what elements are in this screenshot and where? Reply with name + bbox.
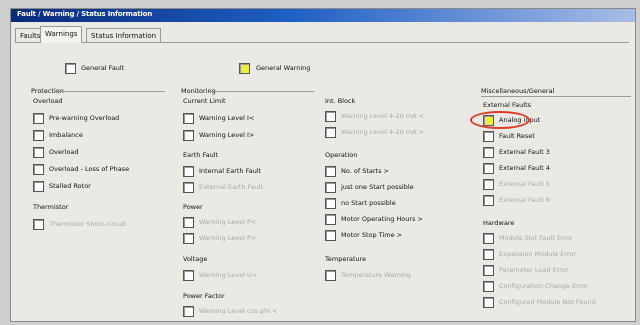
misc-title: Miscellaneous/General [481, 87, 555, 95]
imbalance-checkbox[interactable] [33, 130, 44, 141]
hardware-item-5-label: Configured Module Not Found [499, 298, 596, 306]
hardware-item-1-label: Module Slot Fault Error [499, 234, 573, 242]
hardware-item-3-label: Parameter Load Error [499, 266, 569, 274]
title-bar: Fault / Warning / Status Information [11, 9, 635, 22]
external-fault-4-checkbox[interactable] [483, 163, 494, 174]
warning-level-i-high-checkbox[interactable] [183, 130, 194, 141]
external-fault-6-checkbox[interactable] [483, 195, 494, 206]
operation-title: Operation [325, 151, 358, 159]
external-fault-3-checkbox[interactable] [483, 147, 494, 158]
warning-level-i-high-label: Warning Level I> [199, 131, 255, 139]
warning-level-u-low-label: Warning Level U< [199, 271, 258, 279]
general-warning-checkbox[interactable] [239, 63, 250, 74]
tab-warnings[interactable]: Warnings [40, 26, 83, 43]
motor-stop-time-label: Motor Stop Time > [341, 231, 403, 239]
earth-fault-label: Earth Fault [183, 151, 219, 159]
temperature-warning-label: Temperature Warning [341, 271, 411, 279]
external-fault-4-label: External Fault 4 [499, 164, 550, 172]
overload-loss-of-phase-label: Overload - Loss of Phase [49, 165, 130, 173]
hardware-label: Hardware [483, 219, 515, 227]
hardware-item-1-checkbox[interactable] [483, 233, 494, 244]
fault-reset-checkbox[interactable] [483, 131, 494, 142]
warning-level-ma-low-label: Warning Level 4-20 mA < [341, 112, 425, 120]
external-fault-5-checkbox[interactable] [483, 179, 494, 190]
stalled-rotor-label: Stalled Rotor [49, 182, 91, 190]
hardware-item-5-checkbox[interactable] [483, 297, 494, 308]
hardware-item-4-label: Configuration Change Error [499, 282, 588, 290]
warning-level-p-low-checkbox[interactable] [183, 217, 194, 228]
warning-level-ma-high-label: Warning Level 4-20 mA > [341, 128, 425, 136]
no-of-starts-checkbox[interactable] [325, 166, 336, 177]
pre-warning-overload-checkbox[interactable] [33, 113, 44, 124]
power-factor-label: Power Factor [183, 292, 225, 300]
warning-level-cos-phi-label: Warning Level cos phi < [199, 307, 278, 315]
thermistor-label: Thermistor [33, 203, 69, 211]
tab-status-information[interactable]: Status Information [86, 28, 162, 42]
overload-label: Overload [33, 97, 63, 105]
temperature-warning-checkbox[interactable] [325, 270, 336, 281]
int-block-title: Int. Block [325, 97, 356, 105]
one-start-possible-label: just one Start possible [341, 183, 414, 191]
warning-level-ma-high-checkbox[interactable] [325, 127, 336, 138]
main-window: Fault / Warning / Status Information Fau… [10, 8, 636, 322]
external-earth-fault-checkbox[interactable] [183, 182, 194, 193]
motor-stop-time-checkbox[interactable] [325, 230, 336, 241]
current-limit-label: Current Limit [183, 97, 226, 105]
protection-divider [55, 91, 165, 92]
general-fault-checkbox[interactable] [65, 63, 76, 74]
no-of-starts-label: No. of Starts > [341, 167, 389, 175]
pre-warning-overload-label: Pre-warning Overload [49, 114, 120, 122]
general-fault-label: General Fault [81, 64, 125, 72]
stalled-rotor-checkbox[interactable] [33, 181, 44, 192]
power-label: Power [183, 203, 203, 211]
warning-level-i-low-label: Warning Level I< [199, 114, 255, 122]
overload-item-label: Overload [49, 148, 79, 156]
warning-level-i-low-checkbox[interactable] [183, 113, 194, 124]
temperature-title: Temperature [325, 255, 367, 263]
no-start-possible-checkbox[interactable] [325, 198, 336, 209]
hardware-item-2-checkbox[interactable] [483, 249, 494, 260]
hardware-item-3-checkbox[interactable] [483, 265, 494, 276]
thermistor-short-circuit-checkbox[interactable] [33, 219, 44, 230]
monitoring-divider [209, 91, 314, 92]
warning-level-p-high-checkbox[interactable] [183, 233, 194, 244]
overload-checkbox[interactable] [33, 147, 44, 158]
voltage-label: Voltage [183, 255, 208, 263]
overload-loss-of-phase-checkbox[interactable] [33, 164, 44, 175]
imbalance-label: Imbalance [49, 131, 83, 139]
motor-operating-hours-label: Motor Operating Hours > [341, 215, 423, 223]
external-earth-fault-label: External Earth Fault [199, 183, 264, 191]
external-fault-5-label: External Fault 5 [499, 180, 550, 188]
warning-level-p-high-label: Warning Level P> [199, 234, 257, 242]
hardware-item-2-label: Expansion Module Error [499, 250, 577, 258]
external-fault-3-label: External Fault 3 [499, 148, 550, 156]
hardware-item-4-checkbox[interactable] [483, 281, 494, 292]
internal-earth-fault-checkbox[interactable] [183, 166, 194, 177]
one-start-possible-checkbox[interactable] [325, 182, 336, 193]
warning-level-cos-phi-checkbox[interactable] [183, 306, 194, 317]
warning-level-ma-low-checkbox[interactable] [325, 111, 336, 122]
general-warning-label: General Warning [256, 64, 311, 72]
warning-level-u-low-checkbox[interactable] [183, 270, 194, 281]
thermistor-short-circuit-label: Thermistor Short-circuit [49, 220, 127, 228]
fault-reset-label: Fault Reset [499, 132, 535, 140]
annotation-highlight-ellipse [470, 111, 530, 129]
window-title: Fault / Warning / Status Information [17, 10, 153, 18]
external-fault-6-label: External Fault 6 [499, 196, 550, 204]
misc-divider [481, 96, 631, 97]
no-start-possible-label: no Start possible [341, 199, 396, 207]
motor-operating-hours-checkbox[interactable] [325, 214, 336, 225]
external-faults-label: External Faults [483, 101, 532, 109]
internal-earth-fault-label: Internal Earth Fault [199, 167, 262, 175]
warning-level-p-low-label: Warning Level P< [199, 218, 257, 226]
